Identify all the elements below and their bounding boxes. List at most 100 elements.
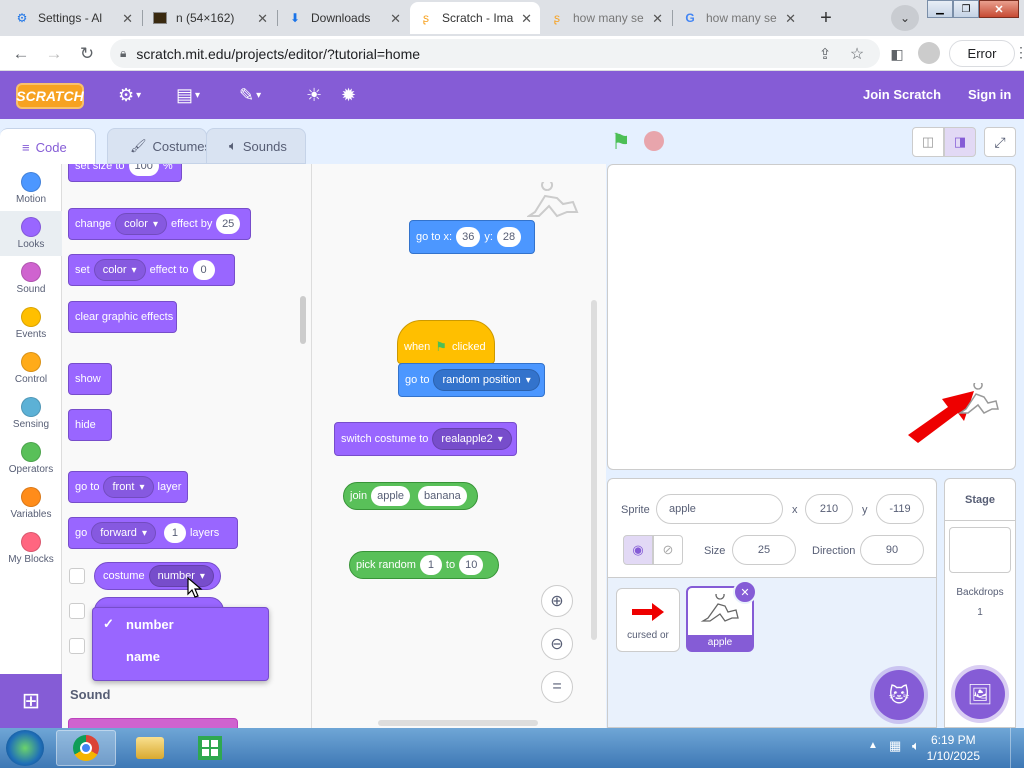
start-button[interactable]: [6, 730, 44, 766]
costume-dropdown[interactable]: number: [148, 565, 214, 587]
palette-scrollbar[interactable]: [300, 296, 306, 344]
go-to-random-block[interactable]: go to random position: [398, 363, 545, 397]
y-field[interactable]: -119: [876, 494, 924, 524]
category-my-blocks[interactable]: My Blocks: [0, 526, 62, 571]
close-icon[interactable]: ✕: [521, 11, 532, 27]
zoom-in-button[interactable]: ⊕: [541, 585, 573, 617]
script-horizontal-scrollbar[interactable]: [378, 720, 538, 726]
hide-block[interactable]: hide: [68, 409, 112, 441]
x-input[interactable]: 36: [456, 227, 481, 247]
delete-sprite-button[interactable]: ✕: [733, 580, 757, 604]
taskbar-explorer[interactable]: [120, 730, 180, 766]
set-effect-block[interactable]: set color effect to 0: [68, 254, 235, 286]
script-vertical-scrollbar[interactable]: [591, 300, 597, 640]
clear-graphic-effects-block[interactable]: clear graphic effects: [68, 301, 177, 333]
show-hidden-button[interactable]: ⊘: [653, 535, 683, 565]
close-window-button[interactable]: ✕: [979, 0, 1019, 18]
tab-search-button[interactable]: ⌄: [891, 5, 919, 31]
error-button[interactable]: Error: [949, 40, 1015, 67]
join-block[interactable]: join apple banana: [343, 482, 478, 510]
dropdown-option-name[interactable]: name: [93, 642, 270, 670]
stage-canvas[interactable]: [607, 164, 1016, 470]
effect-value-input[interactable]: 25: [216, 214, 240, 234]
forward-arrow-icon[interactable]: →: [42, 42, 66, 66]
effect-value-input[interactable]: 0: [192, 260, 215, 280]
tab-scratch-active[interactable]: ʂ Scratch - Ima ✕: [410, 2, 540, 34]
position-dropdown[interactable]: random position: [433, 369, 540, 391]
go-to-layer-block[interactable]: go to front layer: [68, 471, 188, 503]
category-looks[interactable]: Looks: [0, 211, 62, 256]
random-from-input[interactable]: 1: [419, 555, 442, 575]
side-panel-icon[interactable]: ◧: [885, 42, 909, 66]
show-desktop-button[interactable]: [1010, 728, 1024, 768]
layers-input[interactable]: 1: [163, 523, 186, 543]
share-icon[interactable]: ⇪: [813, 42, 837, 66]
close-icon[interactable]: ✕: [785, 11, 796, 27]
stop-icon[interactable]: [644, 131, 664, 151]
show-visible-button[interactable]: ◉: [623, 535, 653, 565]
choose-backdrop-button[interactable]: 🖼︎: [955, 669, 1005, 719]
change-effect-block[interactable]: change color effect by 25: [68, 208, 251, 240]
bookmark-star-icon[interactable]: ☆: [845, 42, 869, 66]
tab-image[interactable]: n (54×162) ✕: [144, 2, 276, 34]
url-field[interactable]: 🔒︎ scratch.mit.edu/projects/editor/?tuto…: [110, 39, 880, 68]
scratch-logo[interactable]: SCRATCH: [16, 83, 84, 109]
layer-dropdown[interactable]: front: [103, 476, 154, 498]
sign-in-link[interactable]: Sign in: [968, 87, 1011, 102]
small-stage-button[interactable]: ◫: [912, 127, 944, 157]
maximize-button[interactable]: ❐: [953, 0, 979, 18]
tab-code[interactable]: ≡ Code: [0, 128, 96, 165]
zoom-reset-button[interactable]: =: [541, 671, 573, 703]
tab-sounds[interactable]: 🔈︎ Sounds: [206, 128, 306, 164]
add-extension-button[interactable]: ⊞: [0, 674, 62, 728]
category-sound[interactable]: Sound: [0, 256, 62, 301]
switch-costume-block[interactable]: switch costume to realapple2: [334, 422, 517, 456]
close-icon[interactable]: ✕: [257, 11, 268, 27]
category-variables[interactable]: Variables: [0, 481, 62, 526]
system-clock[interactable]: 6:19 PM 1/10/2025: [927, 732, 980, 764]
costume-dropdown[interactable]: realapple2: [432, 428, 512, 450]
go-layers-block[interactable]: go forward 1 layers: [68, 517, 238, 549]
direction-dropdown[interactable]: forward: [91, 522, 156, 544]
network-icon[interactable]: ▦: [889, 738, 901, 754]
show-hidden-icons[interactable]: ▲: [868, 740, 878, 751]
back-arrow-icon[interactable]: ←: [9, 42, 33, 66]
zoom-out-button[interactable]: ⊖: [541, 628, 573, 660]
category-motion[interactable]: Motion: [0, 166, 62, 211]
tab-how-many-1[interactable]: ʂ how many se ✕: [541, 2, 671, 34]
debug-icon[interactable]: ✹: [341, 83, 356, 107]
browser-menu-icon[interactable]: ⋮: [1014, 44, 1024, 61]
settings-menu-icon[interactable]: ⚙ ▾: [118, 83, 141, 107]
taskbar-chrome[interactable]: [56, 730, 116, 766]
file-menu-icon[interactable]: ▤ ▾: [176, 83, 200, 107]
stage-target-panel[interactable]: Stage Backdrops 1 🖼︎: [944, 478, 1016, 728]
category-control[interactable]: Control: [0, 346, 62, 391]
size-field[interactable]: 25: [732, 535, 796, 565]
effect-dropdown[interactable]: color: [93, 259, 146, 281]
minimize-button[interactable]: ▁: [927, 0, 953, 18]
join-input-1[interactable]: apple: [371, 486, 411, 506]
size-checkbox[interactable]: [69, 638, 85, 654]
direction-field[interactable]: 90: [860, 535, 924, 565]
profile-avatar[interactable]: [918, 42, 940, 64]
go-to-xy-block[interactable]: go to x: 36 y: 28: [409, 220, 535, 254]
tab-settings[interactable]: ⚙ Settings - Al ✕: [6, 2, 141, 34]
new-tab-button[interactable]: +: [813, 5, 839, 31]
tutorials-icon[interactable]: ☀: [306, 83, 322, 107]
effect-dropdown[interactable]: color: [115, 213, 167, 235]
green-flag-icon[interactable]: ⚑: [611, 129, 631, 155]
when-flag-clicked-block[interactable]: when ⚑ clicked: [397, 320, 495, 364]
close-icon[interactable]: ✕: [652, 11, 663, 27]
tab-downloads[interactable]: ⬇ Downloads ✕: [279, 2, 409, 34]
pick-random-block[interactable]: pick random 1 to 10: [349, 551, 499, 579]
sound-block-partial[interactable]: [68, 718, 238, 728]
volume-icon[interactable]: 🔈︎: [912, 738, 920, 754]
sprite-thumb-cursed[interactable]: cursed or: [616, 588, 680, 652]
join-input-2[interactable]: banana: [418, 486, 467, 506]
join-scratch-link[interactable]: Join Scratch: [863, 87, 941, 102]
choose-sprite-button[interactable]: 🐱︎: [874, 670, 924, 720]
stage-thumbnail[interactable]: [949, 527, 1011, 573]
category-sensing[interactable]: Sensing: [0, 391, 62, 436]
reload-icon[interactable]: ↻: [75, 42, 99, 66]
y-input[interactable]: 28: [496, 227, 522, 247]
